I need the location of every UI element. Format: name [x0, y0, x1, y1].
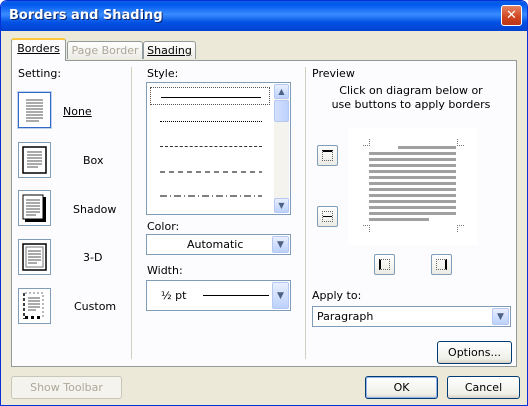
apply-to-label: Apply to:	[312, 289, 362, 302]
inside-horizontal-border-icon	[322, 211, 333, 222]
left-border-icon	[379, 259, 390, 270]
tab-shading[interactable]: Shading	[143, 41, 196, 59]
apply-to-value: Paragraph	[317, 310, 374, 323]
tab-page-border: Page Border	[67, 41, 143, 59]
tab-page-border-label: Page Border	[71, 44, 139, 57]
tab-shading-label: Shading	[147, 44, 192, 57]
setting-none-icon	[26, 99, 43, 122]
setting-box-label: Box	[83, 154, 104, 167]
setting-box-icon	[22, 146, 47, 174]
width-value: ½ pt	[161, 289, 187, 302]
top-border-button[interactable]	[317, 145, 338, 166]
width-select[interactable]: ½ pt ▼	[146, 280, 291, 311]
cancel-button-label: Cancel	[464, 381, 503, 394]
preview-hint: Click on diagram below or use buttons to…	[331, 84, 491, 111]
setting-shadow-label: Shadow	[73, 203, 117, 216]
setting-3d-icon	[22, 243, 47, 271]
cancel-button[interactable]: Cancel	[447, 376, 520, 399]
close-button[interactable]: ✕	[501, 5, 522, 26]
window-title: Borders and Shading	[9, 8, 163, 23]
ok-button-label: OK	[393, 381, 410, 394]
setting-box-button[interactable]	[18, 142, 51, 178]
chevron-down-icon: ▼	[278, 201, 285, 210]
width-dropdown-button[interactable]: ▼	[272, 282, 289, 309]
color-dropdown-button[interactable]: ▼	[272, 236, 289, 253]
scroll-up-button[interactable]: ▲	[274, 84, 289, 99]
setting-custom-button[interactable]	[18, 288, 51, 324]
right-border-button[interactable]	[431, 254, 452, 275]
setting-none-label: None	[63, 105, 92, 118]
style-item-dotted[interactable]	[150, 112, 270, 130]
setting-3d-label: 3-D	[83, 251, 103, 264]
style-scrollbar[interactable]: ▲ ▼	[274, 84, 289, 213]
width-sample-line	[203, 295, 269, 296]
show-toolbar-button: Show Toolbar	[11, 376, 122, 399]
width-label: Width:	[147, 264, 183, 277]
setting-none-button[interactable]	[18, 92, 51, 128]
chevron-up-icon: ▲	[278, 87, 285, 96]
options-button-label: Options...	[448, 346, 501, 359]
setting-custom-label: Custom	[74, 300, 117, 313]
title-bar[interactable]: Borders and Shading ✕	[1, 1, 527, 31]
style-item-solid[interactable]	[150, 87, 270, 105]
style-item-dashed-short[interactable]	[150, 137, 270, 155]
scroll-thumb[interactable]	[274, 100, 289, 122]
divider-right	[305, 67, 306, 359]
ok-button[interactable]: OK	[365, 376, 438, 399]
divider-left	[131, 67, 132, 359]
color-label: Color:	[147, 220, 180, 233]
style-label: Style:	[147, 67, 179, 80]
right-border-icon	[436, 259, 447, 270]
color-value: Automatic	[187, 238, 244, 251]
tab-borders-label: Borders	[17, 42, 60, 55]
top-border-icon	[322, 150, 333, 161]
preview-diagram[interactable]	[348, 128, 478, 245]
tab-borders[interactable]: Borders	[11, 38, 66, 61]
setting-custom-icon	[23, 292, 44, 319]
apply-to-select[interactable]: Paragraph ▼	[312, 306, 511, 327]
style-item-dashed[interactable]	[150, 163, 270, 181]
setting-3d-button[interactable]	[18, 239, 51, 275]
style-listbox[interactable]: ▲ ▼	[146, 82, 291, 215]
borders-and-shading-dialog: Borders and Shading ✕ Borders Page Borde…	[0, 0, 528, 406]
apply-to-dropdown-button[interactable]: ▼	[492, 308, 509, 325]
style-item-dash-dot[interactable]	[150, 187, 270, 205]
color-select[interactable]: Automatic ▼	[146, 234, 291, 255]
setting-shadow-button[interactable]	[18, 190, 51, 226]
setting-shadow-icon	[22, 194, 46, 222]
scroll-down-button[interactable]: ▼	[274, 198, 289, 213]
left-border-button[interactable]	[374, 254, 395, 275]
show-toolbar-label: Show Toolbar	[30, 381, 103, 394]
close-icon: ✕	[506, 8, 517, 23]
chevron-down-icon: ▼	[277, 240, 284, 250]
preview-label: Preview	[312, 67, 355, 80]
chevron-down-icon: ▼	[497, 312, 504, 322]
inside-horizontal-border-button[interactable]	[317, 206, 338, 227]
setting-label: Setting:	[18, 67, 62, 80]
chevron-down-icon: ▼	[277, 291, 284, 301]
options-button[interactable]: Options...	[437, 341, 512, 364]
